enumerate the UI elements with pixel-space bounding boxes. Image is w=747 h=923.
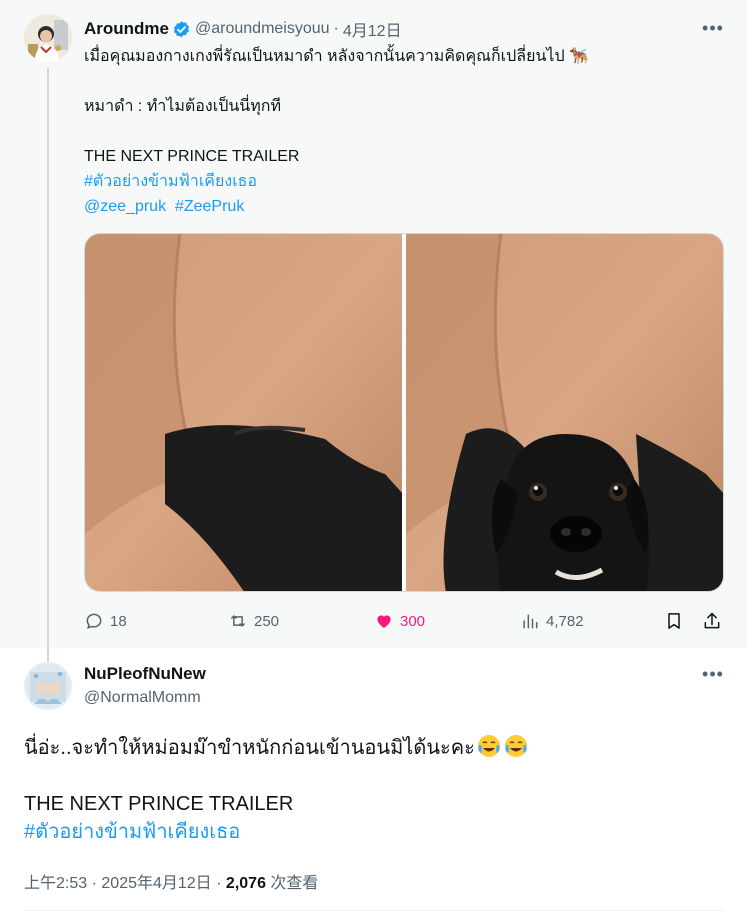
- author-name[interactable]: Aroundme: [84, 19, 169, 39]
- tweet-header: Aroundme @aroundmeisyouu · 4月12日: [84, 18, 402, 40]
- reply-text: นี่อ่ะ..จะทำให้หม่อมม๊าขำหนักก่อนเข้านอน…: [24, 733, 724, 846]
- share-icon: [704, 612, 720, 629]
- separator-dot: ·: [333, 20, 339, 37]
- text-line-3: THE NEXT PRINCE TRAILER: [84, 148, 300, 165]
- media-image-right[interactable]: [405, 234, 723, 591]
- mention-link[interactable]: @zee_pruk: [84, 198, 166, 215]
- text-line: เมื่อคุณมองกางเกงพี่รัณเป็นหมาดำ หลังจาก…: [84, 44, 724, 69]
- reply-author-handle[interactable]: @NormalMomm: [84, 689, 201, 707]
- hashtag-link-2[interactable]: #ZeePruk: [175, 198, 244, 215]
- reply-text-line-1: นี่อ่ะ..จะทำให้หม่อมม๊าขำหนักก่อนเข้านอน…: [24, 737, 475, 759]
- avatar[interactable]: [24, 14, 72, 62]
- like-button[interactable]: 300: [374, 608, 425, 634]
- tweet-date[interactable]: 4月12日: [343, 17, 402, 41]
- tweet-action-bar: 18 250 300 4,782: [84, 608, 724, 634]
- bookmark-button[interactable]: [664, 608, 684, 634]
- thread-connector-line: [47, 68, 49, 668]
- repost-icon: [230, 615, 246, 627]
- crying-laughing-emoji-icon: [476, 733, 502, 759]
- reply-hashtag-link[interactable]: #ตัวอย่างข้ามฟ้าเคียงเธอ: [24, 818, 724, 846]
- reply-count: 18: [110, 612, 127, 630]
- divider: [24, 910, 724, 911]
- reply-avatar[interactable]: [24, 662, 72, 710]
- hashtag-link[interactable]: #ตัวอย่างข้ามฟ้าเคียงเธอ: [84, 169, 724, 194]
- repost-button[interactable]: 250: [228, 608, 279, 634]
- heart-icon: [377, 615, 391, 629]
- reply-text-line-2: THE NEXT PRINCE TRAILER: [24, 793, 294, 815]
- reply-views-count: 2,076: [225, 875, 266, 892]
- text-line-2: หมาดำ : ทำไมต้องเป็นนี่ทุกที: [84, 98, 282, 115]
- dog-emoji-icon: 🐕‍🦺: [569, 48, 589, 65]
- reply-date[interactable]: 2025年4月12日: [101, 875, 211, 892]
- more-options-icon[interactable]: •••: [701, 16, 725, 40]
- crying-laughing-emoji-icon: [503, 733, 529, 759]
- repost-count: 250: [254, 612, 280, 630]
- text-line-1: เมื่อคุณมองกางเกงพี่รัณเป็นหมาดำ หลังจาก…: [84, 48, 565, 65]
- like-count: 300: [400, 612, 426, 630]
- tweet-text: เมื่อคุณมองกางเกงพี่รัณเป็นหมาดำ หลังจาก…: [84, 44, 724, 219]
- parent-tweet[interactable]: Aroundme @aroundmeisyouu · 4月12日 ••• เมื…: [0, 0, 747, 668]
- verified-badge-icon: [172, 20, 191, 39]
- views-button[interactable]: 4,782: [520, 608, 584, 634]
- views-count: 4,782: [546, 612, 584, 630]
- media-image-left[interactable]: [85, 234, 402, 591]
- reply-button[interactable]: 18: [84, 608, 127, 634]
- tweet-media[interactable]: [84, 233, 724, 592]
- reply-views-label: 次查看: [270, 875, 319, 892]
- bookmark-icon: [668, 613, 680, 629]
- author-handle[interactable]: @aroundmeisyouu: [195, 20, 330, 38]
- analytics-icon: [523, 614, 538, 629]
- separator-dot: ·: [216, 875, 222, 892]
- reply-time[interactable]: 上午2:53: [24, 875, 87, 892]
- reply-meta: 上午2:53 · 2025年4月12日 · 2,076 次查看: [24, 869, 318, 893]
- reply-more-options-icon[interactable]: •••: [701, 662, 725, 686]
- share-button[interactable]: [702, 608, 722, 634]
- reply-icon: [86, 613, 102, 629]
- separator-dot: ·: [91, 875, 97, 892]
- reply-author-name[interactable]: NuPleofNuNew: [84, 664, 206, 684]
